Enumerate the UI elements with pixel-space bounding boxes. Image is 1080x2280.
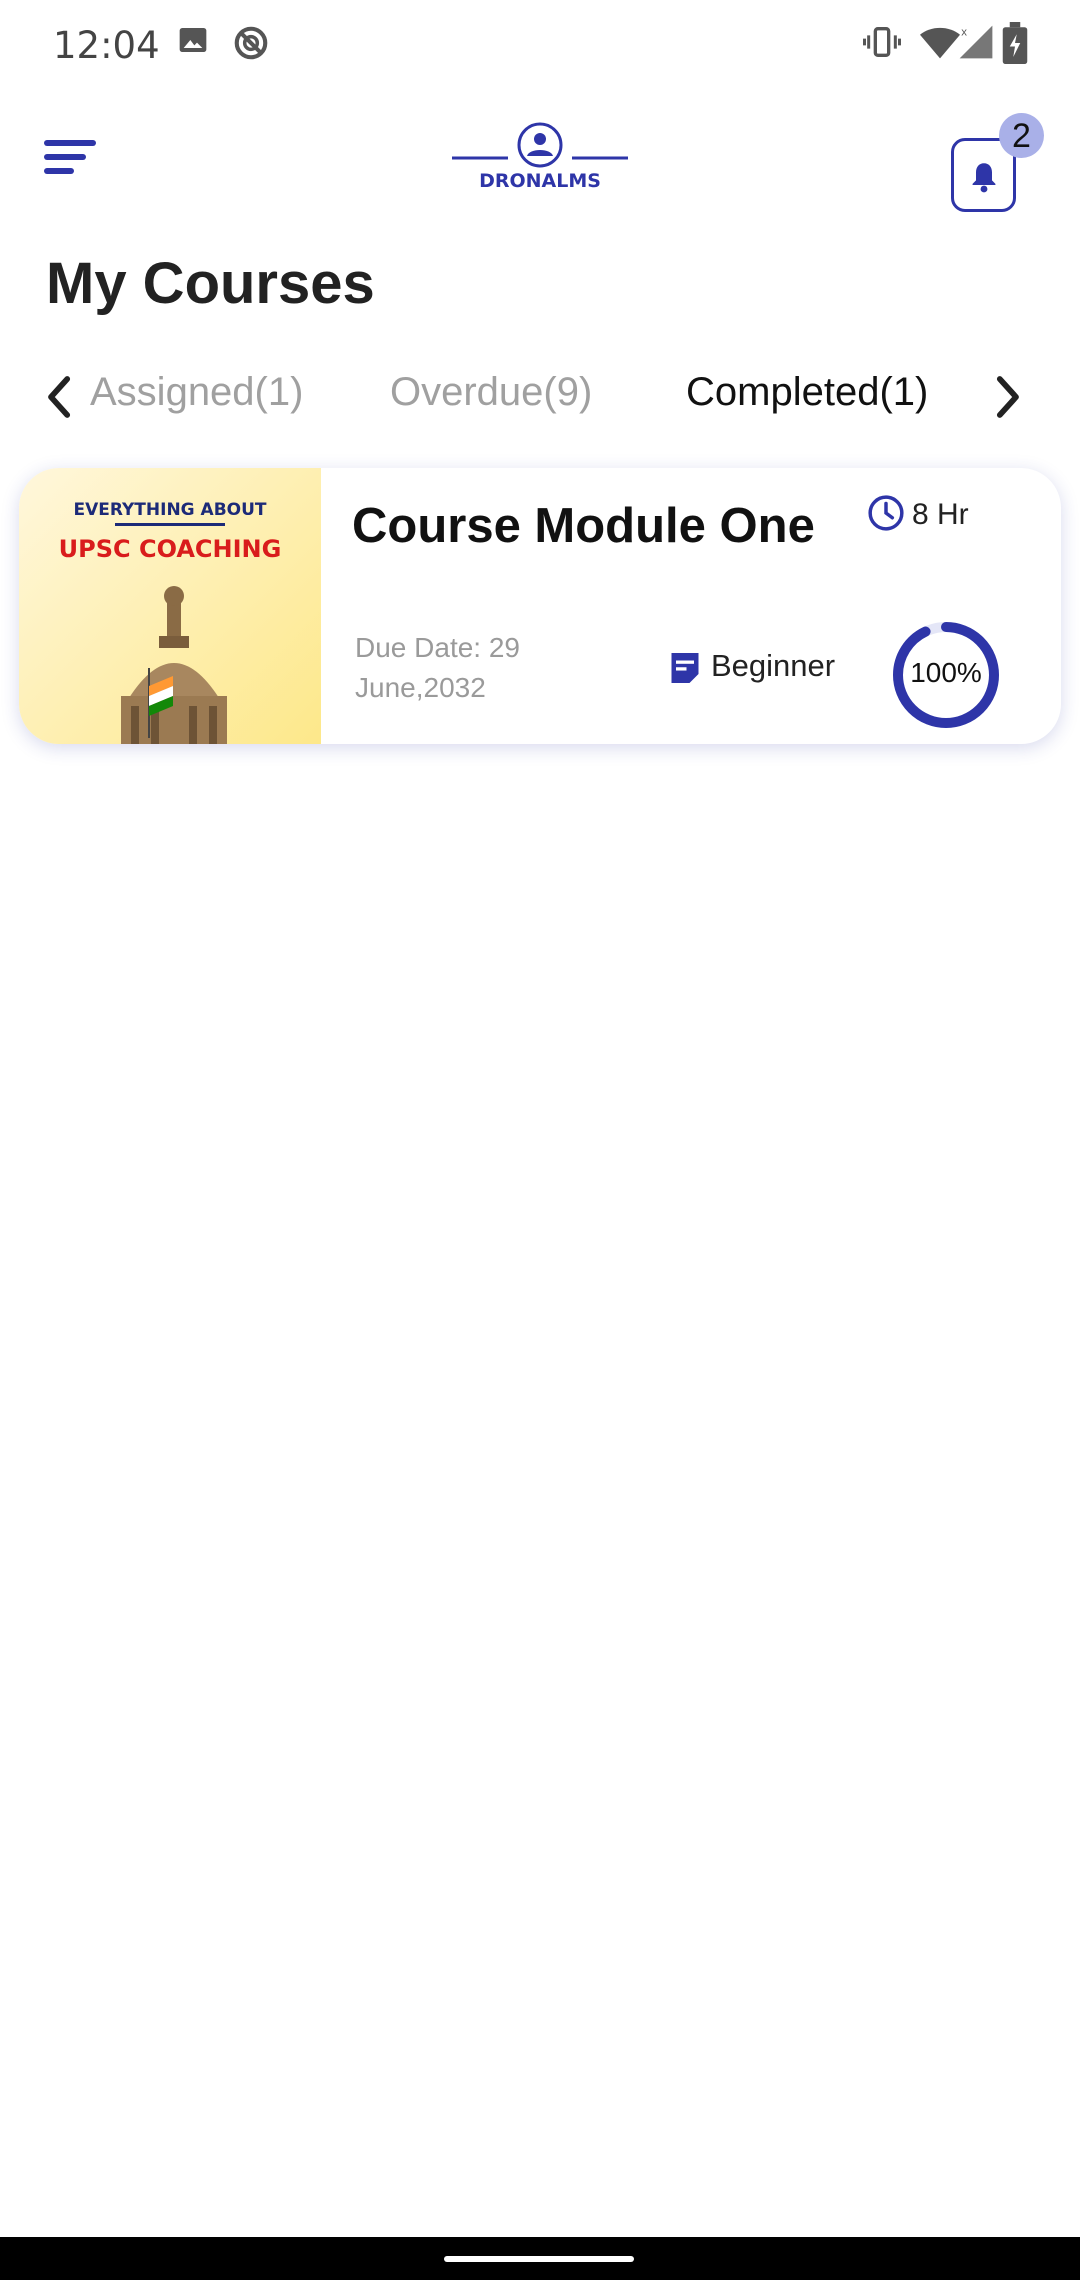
system-navigation-bar xyxy=(0,2237,1080,2280)
status-time: 12:04 xyxy=(53,24,160,67)
svg-text:x: x xyxy=(961,26,967,38)
thumbnail-divider xyxy=(115,523,225,526)
chevron-left-icon xyxy=(48,376,71,418)
do-not-disturb-icon xyxy=(232,24,270,67)
tab-completed[interactable]: Completed(1) xyxy=(686,370,928,415)
tab-assigned[interactable]: Assigned(1) xyxy=(90,370,303,415)
page-title: My Courses xyxy=(46,251,375,316)
progress-label: 100% xyxy=(910,657,982,688)
signal-icon: x xyxy=(958,22,994,67)
menu-button[interactable] xyxy=(44,130,108,180)
tabs-scroll-left-button[interactable] xyxy=(38,370,82,424)
thumbnail-heading: UPSC COACHING xyxy=(58,535,282,563)
course-card[interactable]: EVERYTHING ABOUT UPSC COACHING Course Mo… xyxy=(19,468,1061,744)
image-icon xyxy=(177,24,209,61)
battery-charging-icon xyxy=(1000,22,1030,69)
thumbnail-caption: EVERYTHING ABOUT xyxy=(73,500,267,520)
clock-icon xyxy=(868,495,904,531)
logo-emblem-icon xyxy=(452,122,628,168)
app-logo: DRONALMS xyxy=(450,120,630,200)
vibrate-icon xyxy=(862,22,902,67)
status-bar: 12:04 x xyxy=(0,0,1080,90)
menu-icon-line xyxy=(44,154,86,160)
home-gesture-handle[interactable] xyxy=(444,2256,634,2262)
bell-icon xyxy=(972,163,996,193)
course-thumbnail: EVERYTHING ABOUT UPSC COACHING xyxy=(19,468,321,744)
menu-icon-line xyxy=(44,168,74,174)
tabs-scroll-right-button[interactable] xyxy=(985,370,1029,424)
level-icon xyxy=(671,653,699,683)
building-dome-illustration xyxy=(121,586,227,744)
chevron-right-icon xyxy=(996,376,1019,418)
course-status-tabs: Assigned(1) Overdue(9) Completed(1) xyxy=(0,360,1080,430)
menu-icon xyxy=(44,140,96,146)
course-title: Course Module One xyxy=(352,499,815,553)
logo-text: DRONALMS xyxy=(479,170,601,192)
course-level: Beginner xyxy=(711,648,836,683)
tab-overdue[interactable]: Overdue(9) xyxy=(390,370,592,415)
notification-badge: 2 xyxy=(999,113,1044,158)
wifi-icon xyxy=(918,22,962,67)
course-due-date: Due Date: 29 June,2032 xyxy=(355,632,520,703)
course-duration: 8 Hr xyxy=(912,498,969,531)
